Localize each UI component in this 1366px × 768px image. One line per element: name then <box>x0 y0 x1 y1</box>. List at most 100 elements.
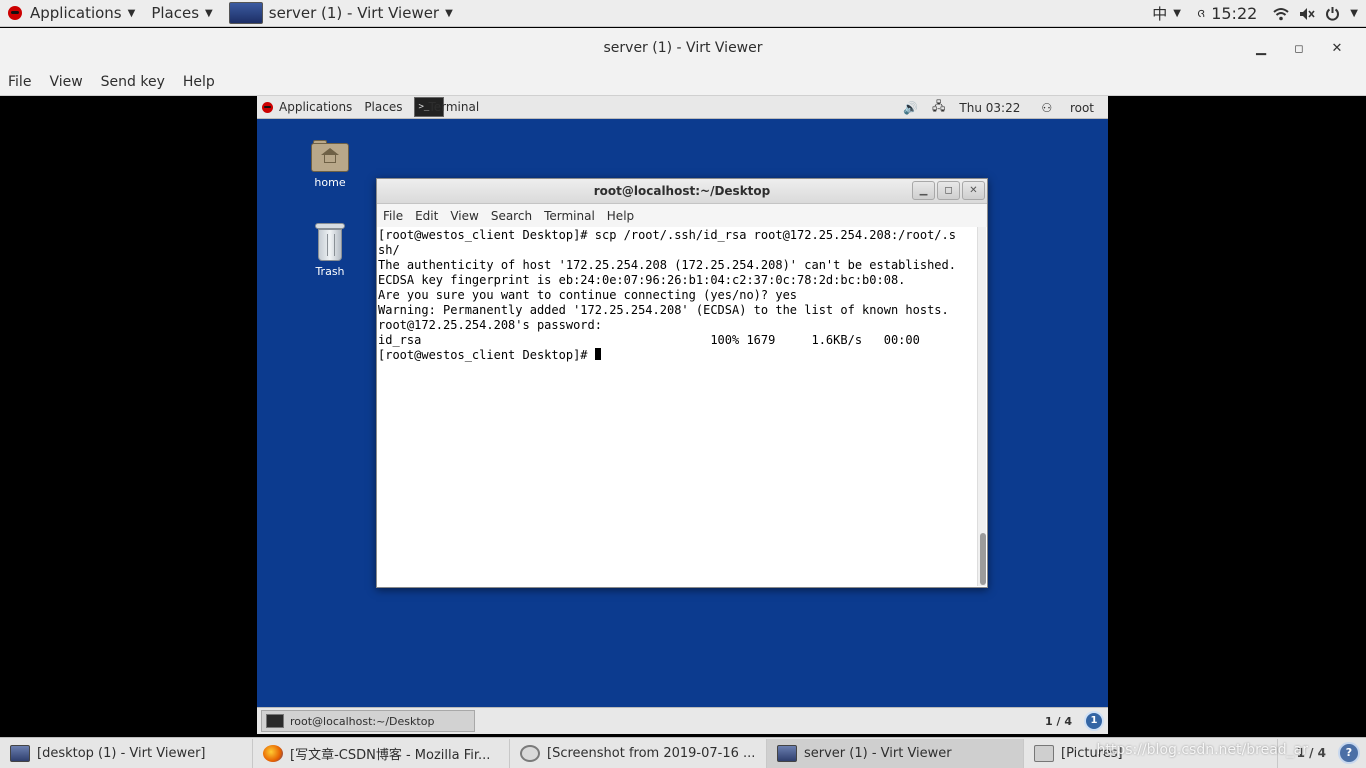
maximize-icon[interactable]: ◻ <box>937 181 960 200</box>
host-places-menu[interactable]: Places ▼ <box>143 0 220 27</box>
viewer-menu-file[interactable]: File <box>0 74 40 90</box>
terminal-line: The authenticity of host '172.25.254.208… <box>378 258 956 272</box>
host-window-menu[interactable]: server (1) - Virt Viewer ▼ <box>221 0 461 27</box>
guest-status-area: 🔊 🖧 Thu 03:22 ⚇ root <box>896 96 1108 119</box>
terminal-prompt-line: [root@westos_client Desktop]# <box>378 348 977 363</box>
guest-task-label: root@localhost:~/Desktop <box>290 714 435 728</box>
input-method-indicator[interactable]: 中 ▼ <box>1144 0 1189 27</box>
host-clock[interactable]: ᨩ 15:22 <box>1189 0 1265 27</box>
redhat-icon <box>262 101 273 113</box>
host-status-area: 中 ▼ ᨩ 15:22 ▼ <box>1144 0 1366 27</box>
maximize-icon[interactable]: ◻ <box>1280 42 1318 55</box>
guest-desktop[interactable]: Applications Places >_ Terminal 🔊 🖧 Thu … <box>257 96 1108 734</box>
guest-task-terminal[interactable]: root@localhost:~/Desktop <box>261 710 475 732</box>
viewer-menubar: File View Send key Help <box>0 68 1366 96</box>
guest-user-menu[interactable]: ⚇ root <box>1027 101 1108 115</box>
files-icon <box>1034 744 1054 762</box>
desktop-icon-label: Trash <box>315 265 345 278</box>
terminal-output[interactable]: [root@westos_client Desktop]# scp /root/… <box>377 227 977 587</box>
desktop-icon-label: home <box>314 176 346 189</box>
guest-user-label: root <box>1069 100 1094 115</box>
host-task-label: [desktop (1) - Virt Viewer] <box>37 745 206 761</box>
wifi-icon <box>1273 7 1289 20</box>
notification-badge[interactable]: 1 <box>1084 711 1104 731</box>
home-folder-icon <box>311 140 349 172</box>
terminal-menu-help[interactable]: Help <box>601 209 640 223</box>
terminal-menu-edit[interactable]: Edit <box>409 209 444 223</box>
terminal-line: Are you sure you want to continue connec… <box>378 288 798 302</box>
network-icon[interactable]: 🖧 <box>925 97 952 118</box>
monitor-icon <box>10 744 30 762</box>
host-applications-label: Applications <box>30 4 122 22</box>
chevron-down-icon: ▼ <box>445 7 453 19</box>
host-places-label: Places <box>151 4 200 22</box>
close-icon[interactable]: ✕ <box>962 181 985 200</box>
chevron-down-icon: ▼ <box>127 7 136 19</box>
chevron-down-icon: ▼ <box>1173 8 1181 19</box>
host-task-server-viewer[interactable]: server (1) - Virt Viewer <box>767 738 1024 768</box>
terminal-icon <box>266 714 284 728</box>
host-task-firefox[interactable]: [写文章-CSDN博客 - Mozilla Fir... <box>253 738 510 768</box>
language-icon: ᨩ <box>1196 6 1206 21</box>
monitor-icon <box>228 2 263 24</box>
user-icon: ⚇ <box>1041 100 1053 115</box>
terminal-window[interactable]: root@localhost:~/Desktop ▁ ◻ ✕ File Edit… <box>376 178 988 588</box>
host-task-screenshot[interactable]: [Screenshot from 2019-07-16 ... <box>510 738 767 768</box>
monitor-icon <box>777 744 797 762</box>
guest-top-panel: Applications Places >_ Terminal 🔊 🖧 Thu … <box>257 96 1108 119</box>
power-icon <box>1326 7 1340 21</box>
terminal-line: id_rsa 100% 1679 1.6KB/s 00:00 <box>378 333 920 347</box>
terminal-menu-terminal[interactable]: Terminal <box>538 209 601 223</box>
chevron-down-icon: ▼ <box>1350 8 1358 19</box>
viewer-menu-help[interactable]: Help <box>174 74 224 90</box>
terminal-line: Warning: Permanently added '172.25.254.2… <box>378 303 949 317</box>
terminal-menu-file[interactable]: File <box>377 209 409 223</box>
volume-icon[interactable]: 🔊 <box>896 101 925 115</box>
terminal-scrollbar-thumb[interactable] <box>980 533 986 585</box>
host-task-label: [Screenshot from 2019-07-16 ... <box>547 745 756 761</box>
viewer-title: server (1) - Virt Viewer <box>603 40 763 56</box>
viewer-menu-send-key[interactable]: Send key <box>92 74 174 90</box>
desktop-icon-home[interactable]: home <box>300 140 360 189</box>
notification-icon[interactable]: ? <box>1338 741 1360 764</box>
terminal-prompt: [root@westos_client Desktop]# <box>378 348 595 362</box>
host-clock-time: 15:22 <box>1211 4 1258 23</box>
terminal-menu-search[interactable]: Search <box>485 209 538 223</box>
system-menu[interactable]: ▼ <box>1265 0 1366 27</box>
chevron-down-icon: ▼ <box>205 7 213 19</box>
trash-icon <box>315 223 345 261</box>
host-task-desktop-viewer[interactable]: [desktop (1) - Virt Viewer] <box>0 738 253 768</box>
viewer-menu-view[interactable]: View <box>40 74 91 90</box>
host-applications-menu[interactable]: Applications ▼ <box>0 0 143 27</box>
guest-applications-menu[interactable]: Applications <box>279 100 358 114</box>
redhat-icon <box>8 6 22 20</box>
host-task-label: [写文章-CSDN博客 - Mozilla Fir... <box>290 747 491 763</box>
volume-muted-icon <box>1300 7 1315 20</box>
terminal-line: [root@westos_client Desktop]# scp /root/… <box>378 228 956 242</box>
viewer-titlebar[interactable]: server (1) - Virt Viewer ▁ ◻ ✕ <box>0 28 1366 68</box>
host-window-title: server (1) - Virt Viewer <box>268 4 440 22</box>
guest-terminal-menu[interactable]: Terminal <box>422 100 485 114</box>
desktop-icon-trash[interactable]: Trash <box>300 223 360 278</box>
terminal-line: root@172.25.254.208's password: <box>378 318 610 332</box>
terminal-titlebar[interactable]: root@localhost:~/Desktop ▁ ◻ ✕ <box>377 179 987 204</box>
watermark: https://blog.csdn.net/bread_ar <box>1096 742 1308 758</box>
close-icon[interactable]: ✕ <box>1318 41 1356 56</box>
screenshot-icon <box>520 744 540 762</box>
terminal-menu-view[interactable]: View <box>444 209 484 223</box>
terminal-title: root@localhost:~/Desktop <box>593 184 771 198</box>
firefox-icon <box>263 744 283 762</box>
guest-places-menu[interactable]: Places <box>358 100 408 114</box>
input-method-label: 中 <box>1152 5 1168 23</box>
guest-workspace-pager[interactable]: 1 / 4 <box>1045 715 1072 728</box>
minimize-icon[interactable]: ▁ <box>1242 41 1280 56</box>
host-top-panel: Applications ▼ Places ▼ server (1) - Vir… <box>0 0 1366 27</box>
terminal-line: sh/ <box>378 243 400 257</box>
guest-taskbar: root@localhost:~/Desktop 1 / 4 1 <box>257 707 1108 734</box>
terminal-cursor <box>594 348 601 360</box>
minimize-icon[interactable]: ▁ <box>912 181 935 200</box>
terminal-line: ECDSA key fingerprint is eb:24:0e:07:96:… <box>378 273 906 287</box>
guest-clock[interactable]: Thu 03:22 <box>952 101 1027 115</box>
terminal-menubar: File Edit View Search Terminal Help <box>377 204 987 227</box>
host-task-label: server (1) - Virt Viewer <box>804 745 952 761</box>
